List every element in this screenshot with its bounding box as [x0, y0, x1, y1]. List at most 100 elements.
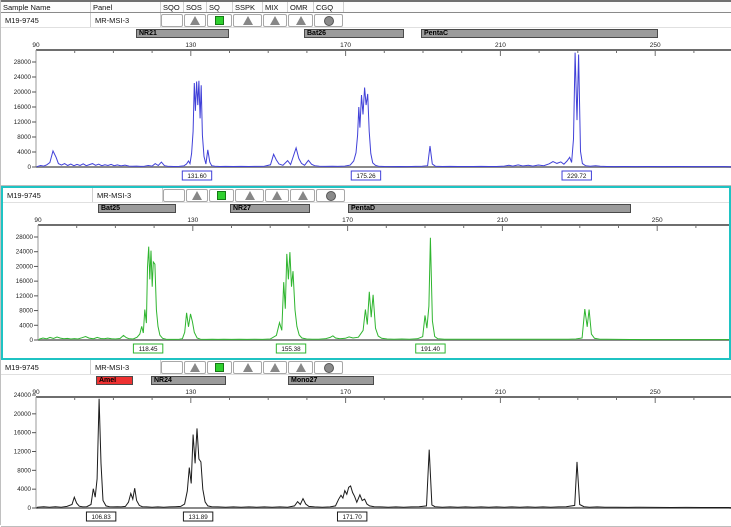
flag-sos-button[interactable]	[184, 361, 206, 374]
panel-info-row: M19-9745 MR-MSI-3	[1, 360, 731, 375]
y-tick-label: 24000	[14, 392, 32, 399]
x-tick-label: 210	[495, 389, 506, 396]
flag-sspk-button[interactable]	[233, 361, 262, 374]
flag-omr-button[interactable]	[288, 14, 313, 27]
flag-sspk-button[interactable]	[235, 189, 264, 202]
flag-column-headers: SQOSOSSQSSPKMIXOMRCGQ	[161, 2, 344, 12]
flag-cgq-button[interactable]	[314, 361, 343, 374]
marker-bar-mono27[interactable]: Mono27	[288, 376, 374, 385]
y-tick-label: 8000	[17, 134, 31, 141]
column-header-cgq: CGQ	[314, 2, 344, 12]
flag-omr-button[interactable]	[288, 361, 313, 374]
triangle-icon	[296, 16, 306, 25]
marker-bar-bat26[interactable]: Bat26	[304, 29, 404, 38]
flag-sqo-button[interactable]	[163, 189, 185, 202]
flag-omr-button[interactable]	[290, 189, 315, 202]
sample-panel-2-selected[interactable]: M19-9745 MR-MSI-3 Bat25 NR27 PentaD 90 130 1…	[1, 186, 731, 360]
circle-icon	[324, 363, 334, 373]
marker-bar-pentad[interactable]: PentaD	[348, 204, 631, 213]
peak-size-label[interactable]: 175.26	[351, 171, 380, 180]
x-tick-label: 170	[342, 217, 353, 224]
peak-size-label[interactable]: 229.72	[562, 171, 591, 180]
peak-size-label[interactable]: 131.60	[182, 171, 211, 180]
y-tick-label: 20000	[14, 89, 32, 96]
sample-name[interactable]: M19-9745	[3, 188, 93, 202]
sample-name[interactable]: M19-9745	[1, 360, 91, 374]
marker-bar-pentac[interactable]: PentaC	[421, 29, 658, 38]
flag-mix-button[interactable]	[263, 361, 287, 374]
electropherogram[interactable]: 9013017021025004000800012000160002000024…	[1, 387, 731, 526]
marker-bar-nr27[interactable]: NR27	[230, 204, 310, 213]
peak-size-label[interactable]: 155.38	[276, 344, 305, 353]
flag-sqo-button[interactable]	[161, 361, 183, 374]
sample-panel-1[interactable]: M19-9745 MR-MSI-3 NR21Bat26PentaC 901301…	[1, 13, 731, 186]
svg-text:131.89: 131.89	[188, 514, 208, 521]
peak-size-label[interactable]: 171.70	[337, 512, 366, 521]
flag-cells	[161, 13, 344, 27]
x-tick-label: 130	[187, 217, 198, 224]
x-tick-label: 130	[185, 42, 196, 49]
panel-info-row: M19-9745 MR-MSI-3	[3, 188, 729, 203]
peak-size-label[interactable]: 106.83	[86, 512, 115, 521]
flag-cgq-button[interactable]	[314, 14, 343, 27]
peak-size-label[interactable]: 191.40	[416, 344, 445, 353]
flag-mix-button[interactable]	[265, 189, 289, 202]
flag-sq-button[interactable]	[207, 361, 232, 374]
circle-icon	[326, 191, 336, 201]
x-tick-label: 210	[495, 42, 506, 49]
flag-sspk-button[interactable]	[233, 14, 262, 27]
column-header-sample-name: Sample Name	[1, 2, 91, 12]
panel-name: MR-MSI-3	[91, 360, 161, 374]
trace-svg[interactable]: 9013017021025004000800012000160002000024…	[1, 40, 731, 185]
peak-size-label[interactable]: 131.89	[183, 512, 212, 521]
marker-bar-bat25[interactable]: Bat25	[98, 204, 176, 213]
triangle-icon	[298, 191, 308, 200]
trace-svg[interactable]: 9013017021025004000800012000160002000024…	[3, 215, 731, 358]
flag-sos-button[interactable]	[184, 14, 206, 27]
flag-sqo-button[interactable]	[161, 14, 183, 27]
flag-cells	[163, 188, 346, 202]
column-header-panel: Panel	[91, 2, 161, 12]
trace-svg[interactable]: 9013017021025004000800012000160002000024…	[1, 387, 731, 526]
svg-text:191.40: 191.40	[421, 346, 441, 353]
green-square-icon	[217, 191, 226, 200]
y-tick-label: 12000	[14, 449, 32, 456]
svg-text:175.26: 175.26	[356, 173, 376, 180]
electropherogram[interactable]: 9013017021025004000800012000160002000024…	[3, 215, 729, 358]
peak-size-label[interactable]: 118.45	[133, 344, 162, 353]
flag-sq-button[interactable]	[207, 14, 232, 27]
y-tick-label: 0	[28, 505, 32, 512]
y-tick-label: 20000	[14, 411, 32, 418]
x-tick-label: 250	[652, 217, 663, 224]
y-tick-label: 16000	[14, 104, 32, 111]
y-tick-label: 8000	[17, 467, 31, 474]
circle-icon	[324, 16, 334, 26]
marker-row: NR21 Bat26 PentaC	[1, 28, 731, 40]
triangle-icon	[190, 16, 200, 25]
svg-text:106.83: 106.83	[91, 514, 111, 521]
green-square-icon	[215, 363, 224, 372]
y-tick-label: 4000	[19, 322, 33, 329]
marker-bar-amel[interactable]: Amel	[96, 376, 133, 385]
marker-bar-nr21[interactable]: NR21	[136, 29, 229, 38]
y-tick-label: 16000	[14, 430, 32, 437]
sample-name[interactable]: M19-9745	[1, 13, 91, 27]
triangle-icon	[243, 16, 253, 25]
triangle-icon	[270, 363, 280, 372]
x-tick-label: 90	[34, 217, 42, 224]
triangle-icon	[192, 191, 202, 200]
electropherogram-trace	[37, 399, 731, 508]
flag-sos-button[interactable]	[186, 189, 208, 202]
flag-mix-button[interactable]	[263, 14, 287, 27]
sample-panel-3[interactable]: M19-9745 MR-MSI-3 AmelNR24Mono27 9013017…	[1, 360, 731, 527]
x-tick-label: 170	[340, 389, 351, 396]
flag-sq-button[interactable]	[209, 189, 234, 202]
electropherogram[interactable]: 9013017021025004000800012000160002000024…	[1, 40, 731, 185]
column-header-row: Sample Name Panel SQOSOSSQSSPKMIXOMRCGQ	[1, 0, 731, 13]
marker-row: Amel NR24 Mono27	[1, 375, 731, 387]
flag-cgq-button[interactable]	[316, 189, 345, 202]
y-tick-label: 28000	[14, 59, 32, 66]
y-tick-label: 4000	[17, 149, 31, 156]
marker-bar-nr24[interactable]: NR24	[151, 376, 226, 385]
y-tick-label: 16000	[16, 278, 34, 285]
